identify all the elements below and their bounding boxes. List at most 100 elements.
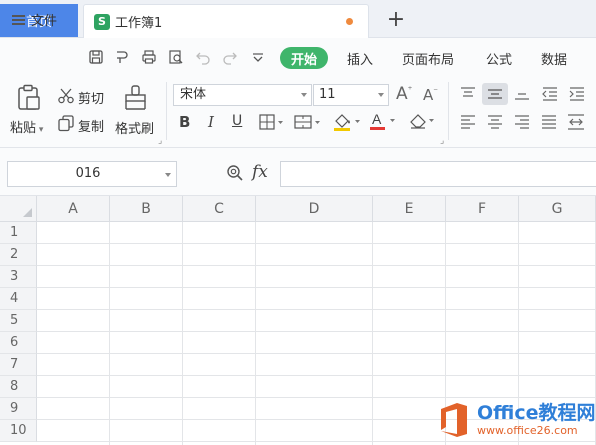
paste-caret-icon: ▾ [36,125,44,135]
increase-indent-icon[interactable] [568,86,586,102]
watermark-url: www.office26.com [477,423,578,437]
row-header-2[interactable]: 2 [0,244,37,266]
watermark-brand: Office教程网 [477,401,596,424]
font-name-value: 宋体 [180,87,207,102]
increase-font-size-button[interactable]: A⁺ [396,84,412,104]
align-left-icon[interactable] [459,114,477,130]
print-preview-icon[interactable] [168,49,184,65]
hamburger-icon [12,14,25,25]
file-menu-label: 文件 [31,14,58,29]
row-header-6[interactable]: 6 [0,332,37,354]
row-header-1[interactable]: 1 [0,222,37,244]
office-logo-icon [441,402,467,437]
row-header-5[interactable]: 5 [0,310,37,332]
row-header-10[interactable]: 10 [0,420,37,442]
insert-function-button[interactable]: fx [252,162,268,182]
name-box[interactable]: 016 [7,161,177,187]
font-name-select[interactable]: 宋体 [173,84,312,106]
paste-button[interactable]: 粘贴 ▾ [10,117,43,136]
font-color-button[interactable]: A [369,111,399,131]
file-menu[interactable]: 文件 [12,10,57,29]
row-header-3[interactable]: 3 [0,266,37,288]
format-painter-icon[interactable] [123,84,149,112]
font-size-select[interactable]: 11 [313,84,389,106]
column-header-d[interactable]: D [256,196,373,222]
unsaved-indicator [346,18,353,25]
decrease-font-size-button[interactable]: A⁻ [423,86,438,104]
distributed-align-icon[interactable] [566,113,586,131]
tab-bar: 首页 S 工作簿1 + [0,0,596,38]
bold-button[interactable]: B [179,113,190,131]
column-header-b[interactable]: B [110,196,183,222]
font-size-caret-icon [378,93,384,97]
row-header-7[interactable]: 7 [0,354,37,376]
clear-format-button[interactable] [408,112,438,130]
justify-icon[interactable] [540,114,558,130]
menu-tab-page-layout-label: 页面布局 [402,53,455,68]
font-size-value: 11 [319,87,336,102]
export-icon[interactable] [114,49,130,65]
align-right-icon[interactable] [513,114,531,130]
spreadsheet-icon: S [94,13,110,30]
cut-button[interactable]: 剪切 [78,88,104,107]
menu-tab-insert[interactable]: 插入 [347,49,373,68]
copy-icon[interactable] [57,114,75,132]
menu-tab-page-layout[interactable]: 页面布局 [402,49,454,68]
merge-cells-button[interactable] [294,114,322,130]
align-top-icon[interactable] [459,86,477,102]
quick-access-dropdown-icon[interactable] [250,49,266,65]
formula-input[interactable] [280,161,596,187]
align-middle-icon[interactable] [482,83,508,105]
fx-icon: fx [252,162,268,182]
menu-tab-insert-label: 插入 [347,53,374,68]
menu-tab-data-label: 数据 [541,53,568,68]
format-painter-button[interactable]: 格式刷 [115,118,154,137]
new-tab-button[interactable]: + [383,6,409,32]
column-header-a[interactable]: A [37,196,110,222]
zoom-search-icon[interactable] [226,164,244,182]
column-header-e[interactable]: E [373,196,446,222]
cut-label: 剪切 [78,92,105,107]
underline-button[interactable]: U [232,113,242,129]
italic-button[interactable]: I [208,113,214,131]
align-bottom-icon[interactable] [513,86,531,102]
copy-button[interactable]: 复制 [78,116,104,135]
format-painter-label: 格式刷 [115,122,155,137]
select-all-icon [23,208,32,217]
paste-label: 粘贴 [10,121,37,136]
italic-icon: I [208,113,214,131]
watermark: Office教程网 www.office26.com [429,394,596,445]
font-name-caret-icon [301,93,307,97]
font-launcher-icon[interactable]: ⌟ [440,136,444,146]
redo-icon[interactable] [222,49,238,65]
row-header-8[interactable]: 8 [0,376,37,398]
menu-tab-formulas-label: 公式 [486,53,513,68]
svg-text:A: A [372,111,382,127]
paste-icon[interactable] [15,84,43,112]
save-icon[interactable] [88,49,104,65]
tab-document-label: 工作簿1 [115,16,163,31]
column-header-c[interactable]: C [183,196,256,222]
underline-icon: U [232,113,243,129]
bold-icon: B [179,113,191,131]
tab-document[interactable]: S 工作簿1 [83,4,369,38]
decrease-font-icon: A⁻ [423,86,439,104]
scissors-icon[interactable] [57,87,75,105]
row-header-9[interactable]: 9 [0,398,37,420]
menu-tab-data[interactable]: 数据 [541,49,567,68]
column-header-f[interactable]: F [446,196,519,222]
menu-tab-start[interactable]: 开始 [280,47,328,69]
menu-tab-formulas[interactable]: 公式 [486,49,512,68]
decrease-indent-icon[interactable] [541,86,559,102]
border-button[interactable] [259,114,285,130]
align-center-icon[interactable] [486,114,504,130]
undo-icon[interactable] [195,49,211,65]
increase-font-icon: A⁺ [396,84,413,104]
print-icon[interactable] [141,49,157,65]
column-header-g[interactable]: G [519,196,596,222]
row-header-4[interactable]: 4 [0,288,37,310]
select-all-corner[interactable] [0,196,37,222]
fill-color-button[interactable] [332,112,362,132]
clipboard-launcher-icon[interactable]: ⌟ [158,136,162,146]
ribbon-separator [448,82,449,140]
